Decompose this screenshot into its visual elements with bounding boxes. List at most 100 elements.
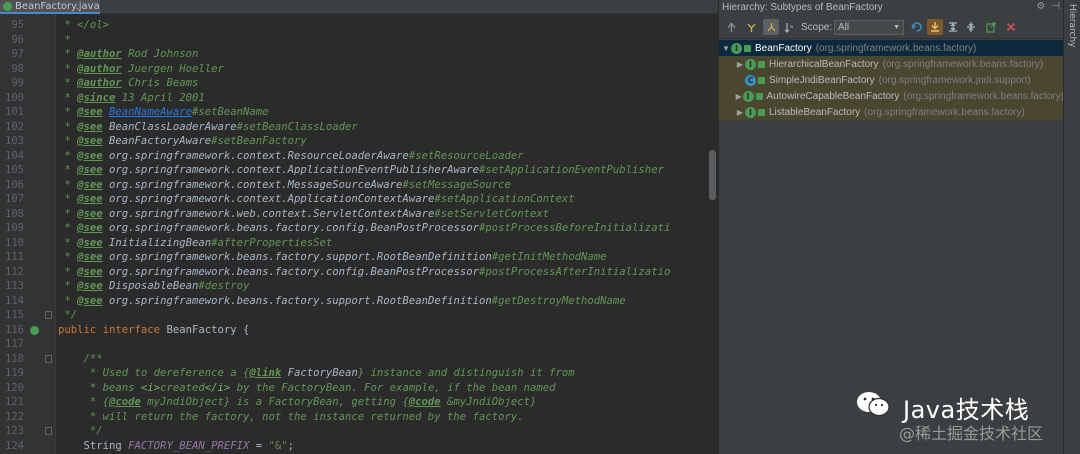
sort-alphabetically-icon[interactable]: a [781,19,797,35]
code-line[interactable]: * @see BeanNameAware#setBeanName [58,105,268,120]
code-token: * [58,77,78,89]
code-token: #setBeanFactory [211,135,307,147]
code-line[interactable]: * @see InitializingBean#afterPropertiesS… [58,236,332,251]
code-line[interactable]: * [58,33,70,48]
type-hierarchy-icon[interactable] [723,19,739,35]
code-line[interactable]: String FACTORY_BEAN_PREFIX = "&"; [58,439,295,454]
wechat-logo-icon [857,392,890,417]
code-token: InitializingBean [109,236,212,249]
svg-text:a: a [790,24,793,30]
code-line[interactable]: * @see org.springframework.beans.factory… [58,250,606,265]
scope-select-value: All [838,22,850,33]
code-token: created [160,381,205,394]
code-line[interactable]: public interface BeanFactory { [58,323,249,338]
line-number: 121 [5,396,24,408]
code-line[interactable]: * @see org.springframework.beans.factory… [58,294,626,309]
code-token: @author [77,62,122,75]
line-number-gutter: 95 96 97 98 99 100 101 102 103 104 105 106 107 108 109… [0,14,56,454]
code-token: @code [408,396,441,408]
code-line[interactable]: * @author Juergen Hoeller [58,62,223,77]
line-number: 115 [5,309,24,321]
code-line[interactable]: * @see org.springframework.context.Resou… [58,149,523,164]
code-token: @see [77,265,103,278]
expand-all-icon[interactable] [945,19,961,35]
code-line[interactable]: * @see DisposableBean#destroy [58,279,249,294]
editor-tab-label: BeanFactory.java [15,0,100,12]
hierarchy-node[interactable]: ▶ I AutowireCapableBeanFactory (org.springf… [719,88,1064,104]
code-token: * [58,178,78,191]
code-line[interactable]: * @see org.springframework.beans.factory… [58,221,670,236]
code-line[interactable]: * @see BeanFactoryAware#setBeanFactory [58,134,307,149]
implemented-marker-icon[interactable] [30,325,39,335]
hierarchy-node[interactable]: ▼ I BeanFactory (org.springframework.beans.… [719,40,1064,56]
hierarchy-node-name: SimpleJndiBeanFactory [769,74,875,86]
code-token: #setApplicationEventPublisher [478,164,664,176]
code-line[interactable]: */ [58,308,77,323]
supertypes-hierarchy-icon[interactable] [743,19,759,35]
editor-scrollbar-thumb[interactable] [709,150,716,200]
autoscroll-to-source-icon[interactable] [927,19,943,35]
code-token: * [58,48,78,60]
code-line[interactable]: * @see BeanClassLoaderAware#setBeanClass… [58,120,357,135]
hierarchy-side-tab[interactable]: Hierarchy [1067,4,1077,48]
code-line[interactable]: */ [58,424,103,439]
class-icon: C [745,74,756,86]
chevron-down-icon: ▼ [893,24,900,31]
code-area[interactable]: * </ol> * * @author Rod Johnson * @autho… [58,14,718,454]
hierarchy-node[interactable]: ▶ I ListableBeanFactory (org.springframewor… [719,104,1064,120]
line-number: 116 [5,323,24,336]
code-token[interactable]: BeanNameAware [109,106,192,118]
code-token: * [58,193,78,205]
close-icon[interactable] [1003,19,1019,35]
hierarchy-node[interactable]: C SimpleJndiBeanFactory (org.springframewo… [719,72,1064,88]
collapsed-arrow-icon[interactable]: ▶ [735,60,745,69]
code-token: 13 April 2001 [115,91,205,104]
line-number: 111 [5,251,24,263]
code-token: org.springframework.context.ResourceLoad… [109,149,409,162]
code-line[interactable]: * @author Rod Johnson [58,47,198,62]
code-line[interactable]: /** [58,352,103,367]
hierarchy-panel-header: Hierarchy: Subtypes of BeanFactory ⚙ ⊣ [719,0,1064,15]
editor-tab-beanfactory[interactable]: BeanFactory.java [0,0,100,14]
code-line[interactable]: * will return the factory, not the insta… [58,410,524,425]
line-number: 103 [5,135,24,147]
code-line[interactable]: * beans <i>created</i> by the FactoryBea… [58,381,556,396]
hierarchy-node-name: HierarchicalBeanFactory [769,58,879,70]
code-line[interactable]: * </ol> [58,18,109,33]
code-line[interactable]: * @since 13 April 2001 [58,91,205,106]
code-line[interactable]: * Used to dereference a {@link FactoryBe… [58,366,575,381]
code-line[interactable]: * @see org.springframework.context.Appli… [58,192,574,207]
fold-marker-icon[interactable] [45,311,52,319]
export-icon[interactable] [983,19,999,35]
fold-marker-icon[interactable] [45,354,52,363]
code-token: "&" [268,439,288,452]
code-editor[interactable]: BeanFactory.java 95 96 97 98 99 100 101 102 103 1… [0,0,718,454]
collapse-all-icon[interactable] [963,19,979,35]
code-token: #getDestroyMethodName [491,294,626,307]
code-line[interactable]: * {@code myJndiObject} is a FactoryBean,… [58,395,536,410]
minimize-icon[interactable]: ⊣ [1051,1,1060,12]
refresh-icon[interactable] [909,19,925,35]
code-line[interactable]: * @author Chris Beams [58,76,198,91]
expanded-arrow-icon[interactable]: ▼ [721,44,731,53]
code-line[interactable]: * @see org.springframework.context.Messa… [58,178,511,193]
interface-icon: I [745,58,756,70]
hierarchy-node[interactable]: ▶ I HierarchicalBeanFactory (org.springfram… [719,56,1064,72]
code-token: @see [77,207,103,220]
collapsed-arrow-icon[interactable]: ▶ [735,92,743,101]
line-number: 114 [5,294,24,307]
hierarchy-tree: ▼ I BeanFactory (org.springframework.beans.… [719,40,1064,120]
subtypes-hierarchy-icon[interactable] [763,19,779,35]
collapsed-arrow-icon[interactable]: ▶ [735,108,745,117]
code-line[interactable]: * @see org.springframework.beans.factory… [58,265,670,280]
scope-select[interactable]: All ▼ [834,20,904,35]
code-token: org.springframework.beans.factory.config… [109,265,479,278]
code-token: @since [77,91,116,104]
code-token: * [58,265,78,278]
gear-icon[interactable]: ⚙ [1036,1,1045,12]
fold-marker-icon[interactable] [45,427,52,435]
code-token: /** [58,352,103,365]
code-line[interactable]: * @see org.springframework.web.context.S… [58,207,549,222]
code-token: by the FactoryBean. For example, if the … [230,381,556,394]
code-line[interactable]: * @see org.springframework.context.Appli… [58,163,664,178]
